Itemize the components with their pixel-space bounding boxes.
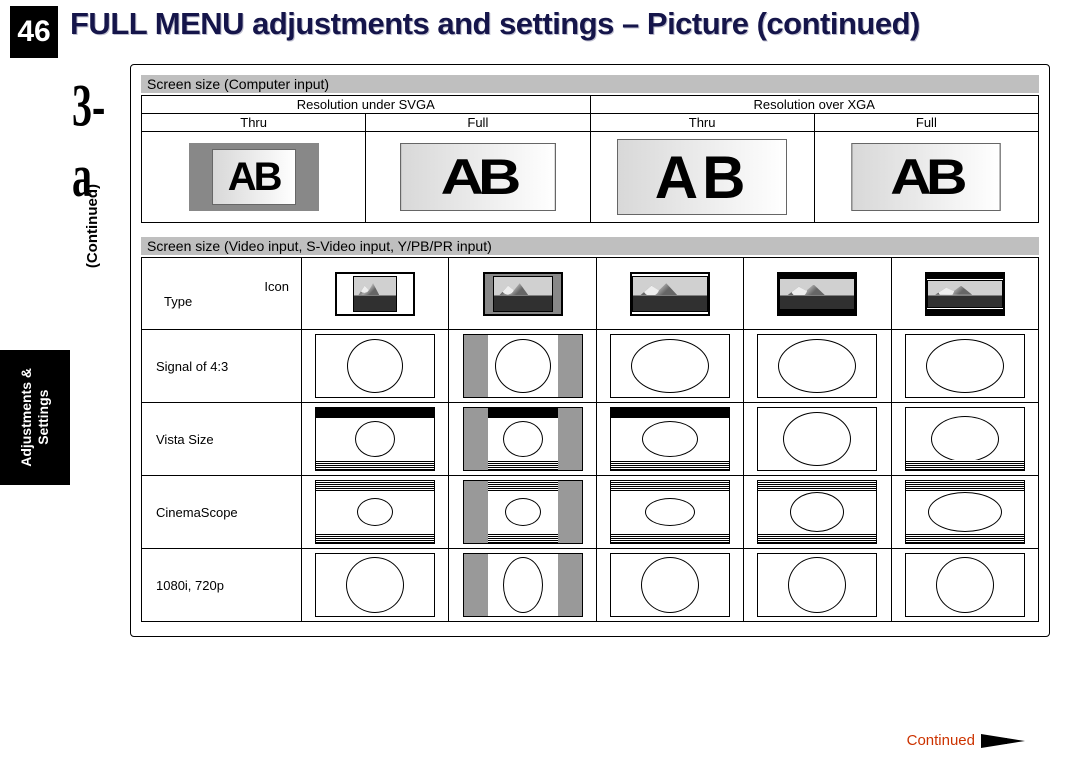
icon-col-3 [596, 258, 743, 330]
cell-r2c5 [891, 403, 1038, 476]
col-over-xga: Resolution over XGA [590, 96, 1039, 114]
icon-col-1 [302, 258, 449, 330]
cell-r2c2 [449, 403, 596, 476]
sub-thru-b: Thru [590, 114, 814, 132]
aspect-icon [905, 407, 1025, 471]
aspect-icon [757, 407, 877, 471]
row-signal43: Signal of 4:3 [142, 330, 302, 403]
aspect-icon [315, 553, 435, 617]
cell-r2c1 [302, 403, 449, 476]
cell-r1c4 [744, 330, 891, 403]
computer-input-table: Resolution under SVGA Resolution over XG… [141, 95, 1039, 223]
cell-r4c3 [596, 549, 743, 622]
side-tab-text: Adjustments & Settings [18, 368, 52, 467]
mode-icon-1 [335, 272, 415, 316]
row-cinemascope: CinemaScope [142, 476, 302, 549]
aspect-icon [610, 553, 730, 617]
svga-full-cell: AB [366, 132, 590, 223]
aspect-icon [905, 334, 1025, 398]
corner-icon-label: Icon [264, 279, 289, 294]
cell-r4c5 [891, 549, 1038, 622]
icon-col-2 [449, 258, 596, 330]
corner-cell: Icon Type [142, 258, 302, 330]
sub-full-a: Full [366, 114, 590, 132]
cell-r3c4 [744, 476, 891, 549]
aspect-icon [315, 334, 435, 398]
mode-icon-4 [777, 272, 857, 316]
aspect-icon [610, 407, 730, 471]
col-under-svga: Resolution under SVGA [142, 96, 591, 114]
cell-r2c4 [744, 403, 891, 476]
aspect-icon [315, 480, 435, 544]
aspect-icon [905, 480, 1025, 544]
page-number: 46 [10, 6, 58, 58]
continued-vertical: (Continued) [84, 184, 101, 268]
mode-icon-2 [483, 272, 563, 316]
xga-full-icon: AB [852, 143, 1002, 211]
content-frame: Screen size (Computer input) Resolution … [130, 64, 1050, 637]
mode-icon-3 [630, 272, 710, 316]
video-input-table: Icon Type Signal of 4:3 Vista Size [141, 257, 1039, 622]
row-vista: Vista Size [142, 403, 302, 476]
svga-thru-icon: AB [189, 143, 319, 211]
cell-r2c3 [596, 403, 743, 476]
computer-input-header: Screen size (Computer input) [141, 75, 1039, 93]
continued-footer: Continued [907, 732, 1025, 749]
aspect-icon [463, 407, 583, 471]
cell-r3c1 [302, 476, 449, 549]
aspect-icon [463, 334, 583, 398]
cell-r3c2 [449, 476, 596, 549]
aspect-icon [463, 480, 583, 544]
section-tab: 3-a (Continued) [70, 70, 116, 230]
video-input-header: Screen size (Video input, S-Video input,… [141, 237, 1039, 255]
cell-r4c2 [449, 549, 596, 622]
side-tab-line1: Adjustments & [18, 368, 34, 467]
corner-type-label: Type [156, 294, 289, 309]
xga-thru-cell: AB [590, 132, 814, 223]
cell-r3c5 [891, 476, 1038, 549]
aspect-icon [315, 407, 435, 471]
side-tab-line2: Settings [35, 390, 51, 445]
ab-text: AB [212, 149, 296, 205]
icon-col-4 [744, 258, 891, 330]
sub-full-b: Full [814, 114, 1038, 132]
aspect-icon [757, 553, 877, 617]
icon-col-5 [891, 258, 1038, 330]
aspect-icon [905, 553, 1025, 617]
xga-thru-icon: AB [617, 139, 787, 215]
cell-r1c3 [596, 330, 743, 403]
arrow-right-icon [981, 734, 1025, 748]
cell-r1c5 [891, 330, 1038, 403]
continued-text: Continued [907, 732, 975, 749]
svga-thru-cell: AB [142, 132, 366, 223]
cell-r1c1 [302, 330, 449, 403]
cell-r1c2 [449, 330, 596, 403]
aspect-icon [757, 334, 877, 398]
aspect-icon [463, 553, 583, 617]
cell-r4c4 [744, 549, 891, 622]
sub-thru-a: Thru [142, 114, 366, 132]
cell-r3c3 [596, 476, 743, 549]
xga-full-cell: AB [814, 132, 1038, 223]
side-tab: Adjustments & Settings [0, 350, 70, 485]
page-title: FULL MENU adjustments and settings – Pic… [70, 6, 920, 42]
aspect-icon [757, 480, 877, 544]
aspect-icon [610, 480, 730, 544]
svga-full-icon: AB [400, 143, 556, 211]
aspect-icon [610, 334, 730, 398]
mode-icon-5 [925, 272, 1005, 316]
row-1080i-720p: 1080i, 720p [142, 549, 302, 622]
cell-r4c1 [302, 549, 449, 622]
